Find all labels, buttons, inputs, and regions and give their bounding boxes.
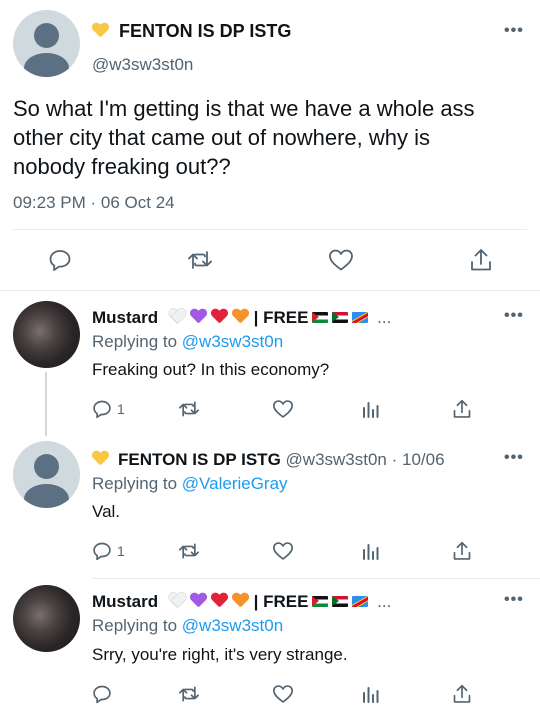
reply-icon[interactable] — [92, 684, 112, 704]
more-icon[interactable]: ••• — [504, 307, 524, 325]
mention-link[interactable]: @ValerieGray — [182, 474, 288, 493]
yellow-heart-emoji — [92, 23, 109, 38]
replying-to: Replying to @w3sw3st0n — [92, 616, 284, 635]
display-name[interactable]: Mustard | FREE ... — [92, 592, 391, 612]
display-name[interactable]: Mustard | FREE ... — [92, 308, 391, 328]
purple-heart-emoji — [190, 309, 207, 324]
tweet-text: Srry, you're right, it's very strange. — [92, 645, 348, 664]
congo-flag-emoji — [352, 596, 369, 607]
divider — [0, 290, 540, 291]
divider — [13, 229, 527, 230]
like-icon[interactable] — [272, 399, 294, 419]
display-name[interactable]: FENTON IS DP ISTG — [92, 21, 291, 42]
reply-icon[interactable] — [92, 541, 112, 561]
share-icon[interactable] — [452, 683, 472, 705]
retweet-icon[interactable] — [178, 399, 200, 419]
replying-to: Replying to @w3sw3st0n — [92, 332, 284, 351]
avatar[interactable] — [13, 301, 80, 368]
analytics-icon[interactable] — [362, 685, 380, 703]
more-icon[interactable]: ••• — [504, 449, 524, 467]
like-icon[interactable] — [272, 541, 294, 561]
handle[interactable]: @w3sw3st0n — [92, 55, 193, 75]
red-heart-emoji — [211, 593, 228, 608]
mention-link[interactable]: @w3sw3st0n — [182, 332, 283, 351]
replying-to: Replying to @ValerieGray — [92, 474, 288, 493]
like-icon[interactable] — [328, 248, 354, 272]
more-icon[interactable]: ••• — [504, 591, 524, 609]
analytics-icon[interactable] — [362, 400, 380, 418]
more-icon[interactable]: ••• — [504, 22, 524, 40]
palestine-flag-emoji — [312, 596, 329, 607]
white-heart-emoji — [169, 309, 186, 324]
red-heart-emoji — [211, 309, 228, 324]
orange-heart-emoji — [232, 309, 249, 324]
handle[interactable]: @w3sw3st0n · 10/06 — [286, 450, 445, 469]
retweet-icon[interactable] — [178, 684, 200, 704]
like-icon[interactable] — [272, 684, 294, 704]
reply-icon[interactable] — [92, 399, 112, 419]
avatar[interactable] — [13, 10, 80, 77]
divider — [92, 578, 540, 579]
timestamp[interactable]: 09:23 PM · 06 Oct 24 — [13, 193, 175, 213]
retweet-icon[interactable] — [187, 248, 213, 272]
sudan-flag-emoji — [332, 596, 349, 607]
tweet-text: Freaking out? In this economy? — [92, 360, 330, 379]
purple-heart-emoji — [190, 593, 207, 608]
orange-heart-emoji — [232, 593, 249, 608]
retweet-icon[interactable] — [178, 541, 200, 561]
display-name[interactable]: FENTON IS DP ISTG @w3sw3st0n · 10/06 — [92, 450, 445, 470]
tweet-text: Val. — [92, 502, 121, 521]
share-icon[interactable] — [452, 540, 472, 562]
avatar[interactable] — [13, 441, 80, 508]
analytics-icon[interactable] — [362, 542, 380, 560]
mention-link[interactable]: @w3sw3st0n — [182, 616, 283, 635]
share-icon[interactable] — [469, 247, 493, 273]
congo-flag-emoji — [352, 312, 369, 323]
sudan-flag-emoji — [332, 312, 349, 323]
white-heart-emoji — [169, 593, 186, 608]
avatar[interactable] — [13, 585, 80, 652]
reply-count: 1 — [117, 543, 125, 559]
reply-icon[interactable] — [48, 248, 72, 272]
palestine-flag-emoji — [312, 312, 329, 323]
share-icon[interactable] — [452, 398, 472, 420]
thread-line — [45, 372, 47, 436]
yellow-heart-emoji — [92, 451, 109, 466]
reply-count: 1 — [117, 401, 125, 417]
tweet-text: So what I'm getting is that we have a wh… — [13, 96, 475, 179]
